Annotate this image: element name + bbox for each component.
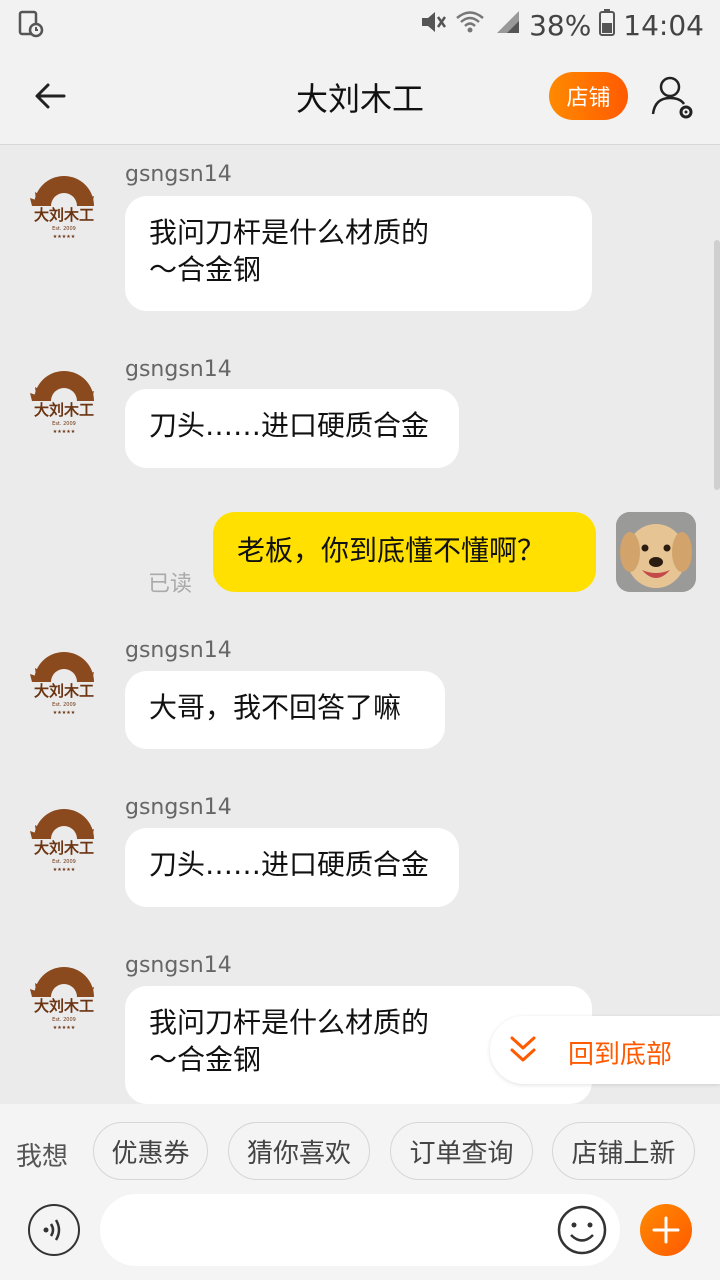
- chip-coupon[interactable]: 优惠券: [93, 1122, 208, 1180]
- battery-percent: 38%: [529, 9, 592, 42]
- logo-text: 大刘木工: [34, 682, 94, 700]
- voice-button[interactable]: [28, 1204, 80, 1256]
- status-bar: 38% 14:04: [0, 0, 720, 50]
- logo-text: 大刘木工: [34, 839, 94, 857]
- chat-header: 大刘木工 店铺: [0, 50, 720, 145]
- voice-icon: [43, 1219, 61, 1241]
- chip-recommend[interactable]: 猜你喜欢: [228, 1122, 370, 1180]
- chip-new-arrivals[interactable]: 店铺上新: [552, 1122, 695, 1180]
- svg-text:Est. 2009: Est. 2009: [52, 1017, 76, 1023]
- user-settings-icon: [651, 76, 693, 119]
- svg-text:Est. 2009: Est. 2009: [52, 421, 76, 427]
- saw-blade-logo-icon: 大刘木工 Est. 2009 ★★★★★: [30, 809, 94, 873]
- my-avatar[interactable]: [616, 512, 696, 592]
- svg-text:★★★★★: ★★★★★: [53, 1025, 76, 1031]
- saw-blade-logo-icon: 大刘木工 Est. 2009 ★★★★★: [30, 371, 94, 435]
- back-to-bottom-label: 回到底部: [568, 1040, 673, 1070]
- more-options-button[interactable]: [640, 1204, 692, 1256]
- saw-blade-logo-icon: 大刘木工 Est. 2009 ★★★★★: [30, 176, 94, 240]
- smiley-icon: [557, 1205, 607, 1255]
- wifi-icon: [455, 9, 485, 42]
- svg-text:Est. 2009: Est. 2009: [52, 859, 76, 865]
- svg-text:★★★★★: ★★★★★: [53, 867, 76, 873]
- quick-actions-prefix: 我想: [16, 1142, 69, 1172]
- shop-button[interactable]: 店铺: [549, 72, 628, 120]
- message-bubble[interactable]: 刀头……进口硬质合金: [125, 389, 459, 468]
- message-text: 老板，你到底懂不懂啊？: [237, 534, 546, 567]
- read-status: 已读: [148, 572, 193, 597]
- message-text: 大哥，我不回答了嘛: [149, 691, 402, 724]
- back-to-bottom-button[interactable]: 回到底部: [490, 1016, 720, 1084]
- screen-recorder-icon: [18, 10, 44, 45]
- sender-name: gsngsn14: [125, 357, 232, 382]
- svg-text:Est. 2009: Est. 2009: [52, 226, 76, 232]
- quick-actions-bar: 我想 优惠券 猜你喜欢 订单查询 店铺上新: [0, 1104, 720, 1194]
- signal-icon: [493, 9, 521, 42]
- message-bubble[interactable]: 刀头……进口硬质合金: [125, 828, 459, 907]
- double-chevron-down-icon: [510, 1036, 536, 1062]
- scrollbar[interactable]: [714, 240, 720, 490]
- svg-text:★★★★★: ★★★★★: [53, 710, 76, 716]
- message-bubble[interactable]: 我问刀杆是什么材质的 ～合金钢: [125, 196, 592, 311]
- battery-icon: [599, 8, 616, 43]
- clock: 14:04: [623, 9, 704, 42]
- chip-order-query[interactable]: 订单查询: [390, 1122, 533, 1180]
- logo-text: 大刘木工: [34, 401, 94, 419]
- input-bar: [0, 1194, 720, 1280]
- shop-avatar[interactable]: 大刘木工 Est. 2009 ★★★★★: [22, 957, 106, 1037]
- sender-name: gsngsn14: [125, 638, 232, 663]
- sender-name: gsngsn14: [125, 162, 232, 187]
- mute-icon: [419, 9, 447, 42]
- message-text: 刀头……进口硬质合金: [149, 409, 430, 442]
- shop-avatar[interactable]: 大刘木工 Est. 2009 ★★★★★: [22, 642, 106, 722]
- shop-avatar[interactable]: 大刘木工 Est. 2009 ★★★★★: [22, 361, 106, 441]
- sender-name: gsngsn14: [125, 795, 232, 820]
- message-text: ～合金钢: [149, 253, 262, 286]
- my-message-bubble[interactable]: 老板，你到底懂不懂啊？: [213, 512, 596, 592]
- logo-text: 大刘木工: [34, 206, 94, 224]
- saw-blade-logo-icon: 大刘木工 Est. 2009 ★★★★★: [30, 967, 94, 1031]
- sender-name: gsngsn14: [125, 953, 232, 978]
- plus-icon: [652, 1216, 680, 1244]
- svg-text:★★★★★: ★★★★★: [53, 429, 76, 435]
- dog-avatar-icon: [616, 512, 696, 592]
- shop-avatar[interactable]: 大刘木工 Est. 2009 ★★★★★: [22, 799, 106, 879]
- profile-settings-button[interactable]: [650, 72, 698, 122]
- logo-text: 大刘木工: [34, 997, 94, 1015]
- message-text: 我问刀杆是什么材质的: [149, 216, 430, 249]
- shop-avatar[interactable]: 大刘木工 Est. 2009 ★★★★★: [22, 166, 106, 246]
- message-bubble[interactable]: 大哥，我不回答了嘛: [125, 671, 445, 749]
- saw-blade-logo-icon: 大刘木工 Est. 2009 ★★★★★: [30, 652, 94, 716]
- svg-text:Est. 2009: Est. 2009: [52, 702, 76, 708]
- emoji-button[interactable]: [556, 1204, 608, 1256]
- message-input[interactable]: [100, 1194, 620, 1266]
- svg-text:★★★★★: ★★★★★: [53, 234, 76, 240]
- message-text: 刀头……进口硬质合金: [149, 848, 430, 881]
